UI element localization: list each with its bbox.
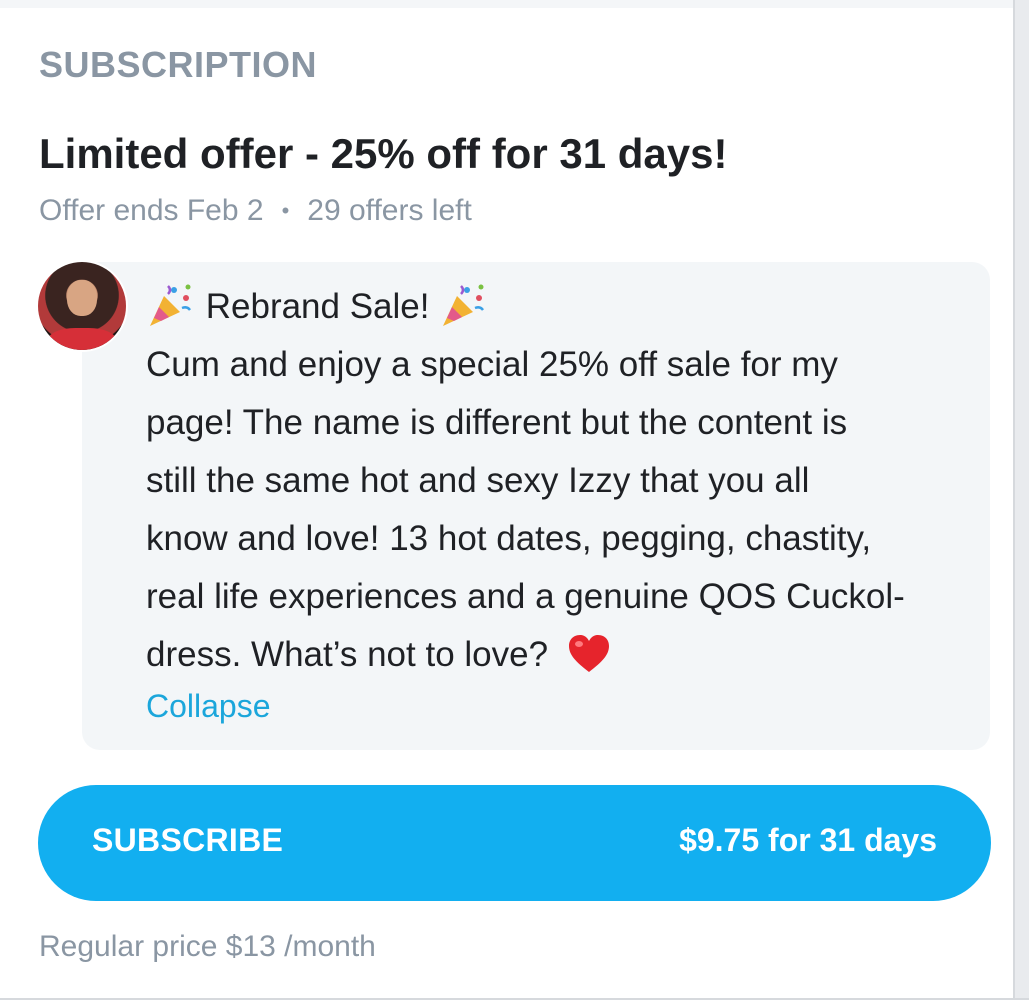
message-line: still the same hot and sexy Izzy that yo… bbox=[146, 461, 810, 500]
regular-price: Regular price $13 /month bbox=[39, 930, 376, 963]
collapse-link[interactable]: Collapse bbox=[146, 688, 271, 725]
message-line: page! The name is different but the cont… bbox=[146, 403, 848, 442]
page-edge bbox=[1015, 0, 1029, 1000]
message-line: real life experiences and a genuine QOS … bbox=[146, 577, 905, 616]
message-headline: Rebrand Sale! bbox=[205, 287, 430, 326]
section-label: SUBSCRIPTION bbox=[39, 44, 318, 85]
message-last-line: dress. What’s not to love? bbox=[146, 626, 966, 684]
offer-meta: Offer ends Feb 2 • 29 offers left bbox=[39, 194, 472, 228]
subscribe-button[interactable]: SUBSCRIBE $9.75 for 31 days bbox=[38, 785, 991, 901]
subscribe-price: $9.75 for 31 days bbox=[679, 822, 937, 858]
message-line: Cum and enjoy a special 25% off sale for… bbox=[146, 345, 838, 384]
offer-end-date: Offer ends Feb 2 bbox=[39, 194, 264, 227]
party-popper-icon bbox=[443, 284, 485, 326]
avatar-face bbox=[67, 280, 97, 316]
red-heart-icon bbox=[568, 634, 609, 672]
top-strip bbox=[0, 0, 1029, 8]
subscribe-label: SUBSCRIBE bbox=[92, 822, 284, 858]
meta-separator: • bbox=[281, 198, 290, 223]
offer-title: Limited offer - 25% off for 31 days! bbox=[39, 130, 728, 177]
avatar-clothing bbox=[48, 328, 116, 350]
party-popper-icon bbox=[150, 284, 191, 326]
message-text: Rebrand Sale! Cum and enjoy a special 25… bbox=[146, 278, 966, 684]
message-line: dress. What’s not to love? bbox=[146, 635, 549, 674]
message-line: know and love! 13 hot dates, pegging, ch… bbox=[146, 519, 872, 558]
message-headline-line: Rebrand Sale! bbox=[146, 278, 966, 336]
offers-left: 29 offers left bbox=[307, 194, 472, 227]
avatar[interactable] bbox=[38, 262, 126, 350]
